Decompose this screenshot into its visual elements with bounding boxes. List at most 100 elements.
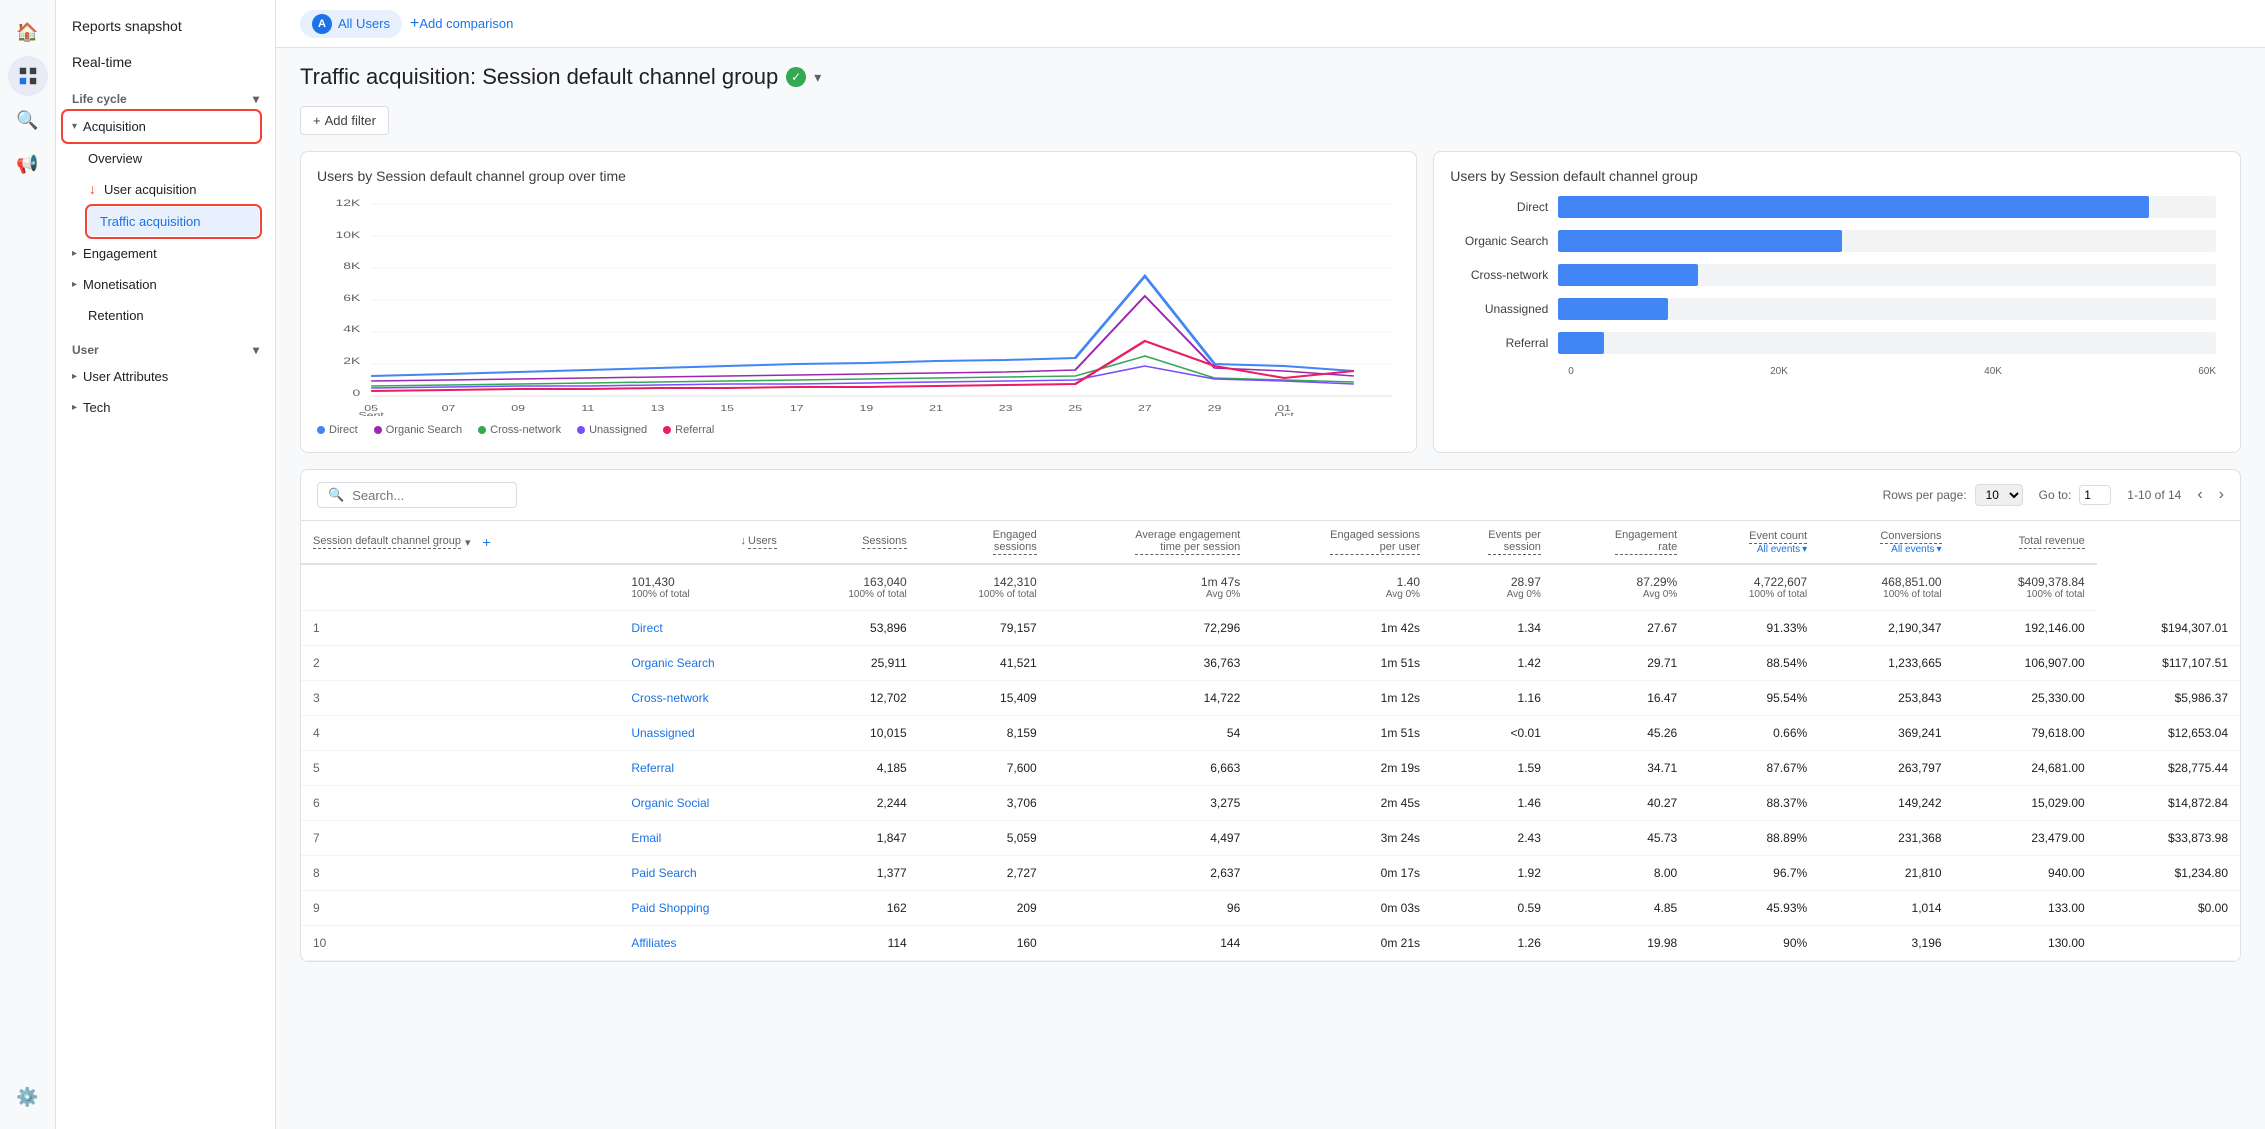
cell-channel[interactable]: Organic Search	[619, 646, 788, 681]
legend-dot-unassigned	[577, 426, 585, 434]
svg-text:25: 25	[1068, 405, 1082, 413]
cell-event-count: 1,233,665	[1819, 646, 1953, 681]
search-input[interactable]	[352, 488, 506, 503]
prev-page-btn[interactable]: ‹	[2197, 486, 2202, 504]
col-header-revenue[interactable]: Total revenue	[1954, 521, 2097, 564]
monetisation-nav[interactable]: ▸ Monetisation	[56, 269, 267, 300]
rows-per-page-select[interactable]: 10 25 50	[1975, 484, 2023, 506]
event-count-dropdown-icon[interactable]: ▾	[1802, 544, 1807, 555]
conversions-dropdown-icon[interactable]: ▾	[1937, 544, 1942, 555]
cell-events-per-session: 4.85	[1553, 891, 1689, 926]
user-pill[interactable]: A All Users	[300, 10, 402, 38]
cell-event-count: 263,797	[1819, 751, 1953, 786]
cell-sessions: 15,409	[919, 681, 1049, 716]
cell-conversions: 192,146.00	[1954, 611, 2097, 646]
total-row: 101,430 100% of total 163,040 100% of to…	[301, 564, 2240, 611]
cell-rank: 10	[301, 926, 619, 961]
cell-conversions: 23,479.00	[1954, 821, 2097, 856]
tech-nav[interactable]: ▸ Tech	[56, 392, 267, 423]
cell-avg-engagement: 1m 51s	[1252, 646, 1432, 681]
real-time-nav[interactable]: Real-time	[56, 44, 275, 80]
bar-label-direct: Direct	[1458, 200, 1558, 214]
bar-track-cross	[1558, 264, 2216, 286]
total-revenue: $409,378.84 100% of total	[1954, 564, 2097, 611]
filter-icon[interactable]: ▾	[465, 536, 471, 549]
col-header-events-per-session[interactable]: Events persession	[1432, 521, 1553, 564]
overview-nav[interactable]: Overview	[56, 143, 267, 174]
add-filter-btn[interactable]: + Add filter	[300, 106, 389, 135]
col-header-sessions[interactable]: Sessions	[789, 521, 919, 564]
acquisition-nav[interactable]: ▾ Acquisition	[64, 112, 259, 141]
goto-input[interactable]	[2079, 485, 2111, 505]
user-attributes-nav[interactable]: ▸ User Attributes	[56, 361, 267, 392]
verified-badge: ✓	[786, 67, 806, 87]
traffic-acquisition-nav[interactable]: Traffic acquisition	[88, 207, 259, 236]
user-acquisition-nav[interactable]: → User acquisition	[56, 174, 267, 205]
add-col-btn[interactable]: +	[483, 534, 491, 550]
total-conversions: 468,851.00 100% of total	[1819, 564, 1953, 611]
col-header-conversions[interactable]: Conversions All events ▾	[1819, 521, 1953, 564]
total-event-count: 4,722,607 100% of total	[1689, 564, 1819, 611]
cell-rank: 1	[301, 611, 619, 646]
cell-channel[interactable]: Direct	[619, 611, 788, 646]
cell-revenue: $28,775.44	[2097, 751, 2240, 786]
search-box[interactable]: 🔍	[317, 482, 517, 508]
cell-channel[interactable]: Organic Social	[619, 786, 788, 821]
cell-engaged-per-user: 2.43	[1432, 821, 1553, 856]
col-header-engaged-per-user[interactable]: Engaged sessionsper user	[1252, 521, 1432, 564]
col-header-avg-engagement[interactable]: Average engagementtime per session	[1049, 521, 1253, 564]
add-comparison-btn[interactable]: + Add comparison	[410, 15, 513, 33]
bar-chart-area: Direct Organic Search Cross-network	[1450, 196, 2224, 377]
cell-event-count: 21,810	[1819, 856, 1953, 891]
cell-users: 1,847	[789, 821, 919, 856]
total-engaged-sessions: 142,310 100% of total	[919, 564, 1049, 611]
svg-text:29: 29	[1208, 405, 1222, 413]
cell-channel[interactable]: Email	[619, 821, 788, 856]
cell-rank: 4	[301, 716, 619, 751]
advertising-icon[interactable]: 📢	[8, 144, 48, 184]
cell-channel[interactable]: Unassigned	[619, 716, 788, 751]
cell-events-per-session: 8.00	[1553, 856, 1689, 891]
cell-conversions: 25,330.00	[1954, 681, 2097, 716]
legend-unassigned: Unassigned	[577, 424, 647, 436]
table-row: 4 Unassigned 10,015 8,159 54 1m 51s <0.0…	[301, 716, 2240, 751]
settings-icon[interactable]: ⚙️	[8, 1077, 48, 1117]
col-header-engagement-rate[interactable]: Engagementrate	[1553, 521, 1689, 564]
cell-channel[interactable]: Affiliates	[619, 926, 788, 961]
cell-event-count: 253,843	[1819, 681, 1953, 716]
cell-engagement-rate: 88.54%	[1689, 646, 1819, 681]
svg-text:2K: 2K	[343, 356, 360, 366]
cell-channel[interactable]: Paid Shopping	[619, 891, 788, 926]
retention-nav[interactable]: Retention	[56, 300, 267, 331]
cell-channel[interactable]: Paid Search	[619, 856, 788, 891]
cell-avg-engagement: 0m 17s	[1252, 856, 1432, 891]
bar-fill-unassigned	[1558, 298, 1668, 320]
engagement-nav[interactable]: ▸ Engagement	[56, 238, 267, 269]
col-header-channel[interactable]: Session default channel group ▾ +	[301, 521, 619, 564]
svg-text:07: 07	[442, 405, 456, 413]
reports-snapshot-nav[interactable]: Reports snapshot	[56, 8, 275, 44]
cell-events-per-session: 29.71	[1553, 646, 1689, 681]
cell-engaged-sessions: 96	[1049, 891, 1253, 926]
table-section: 🔍 Rows per page: 10 25 50 Go to:	[300, 469, 2241, 962]
reports-icon[interactable]	[8, 56, 48, 96]
col-header-users[interactable]: ↓Users	[619, 521, 788, 564]
chevron-down-icon[interactable]: ▾	[814, 69, 821, 86]
cell-users: 162	[789, 891, 919, 926]
cell-channel[interactable]: Cross-network	[619, 681, 788, 716]
cell-event-count: 369,241	[1819, 716, 1953, 751]
cell-event-count: 2,190,347	[1819, 611, 1953, 646]
svg-text:21: 21	[929, 405, 943, 413]
home-icon[interactable]: 🏠	[8, 12, 48, 52]
col-header-engaged-sessions[interactable]: Engagedsessions	[919, 521, 1049, 564]
explore-icon[interactable]: 🔍	[8, 100, 48, 140]
cell-event-count: 3,196	[1819, 926, 1953, 961]
legend-cross-network: Cross-network	[478, 424, 561, 436]
col-header-event-count[interactable]: Event count All events ▾	[1689, 521, 1819, 564]
total-events-per-session: 28.97 Avg 0%	[1432, 564, 1553, 611]
cell-engaged-sessions: 3,275	[1049, 786, 1253, 821]
next-page-btn[interactable]: ›	[2219, 486, 2224, 504]
cell-channel[interactable]: Referral	[619, 751, 788, 786]
cell-events-per-session: 45.26	[1553, 716, 1689, 751]
cell-engagement-rate: 90%	[1689, 926, 1819, 961]
